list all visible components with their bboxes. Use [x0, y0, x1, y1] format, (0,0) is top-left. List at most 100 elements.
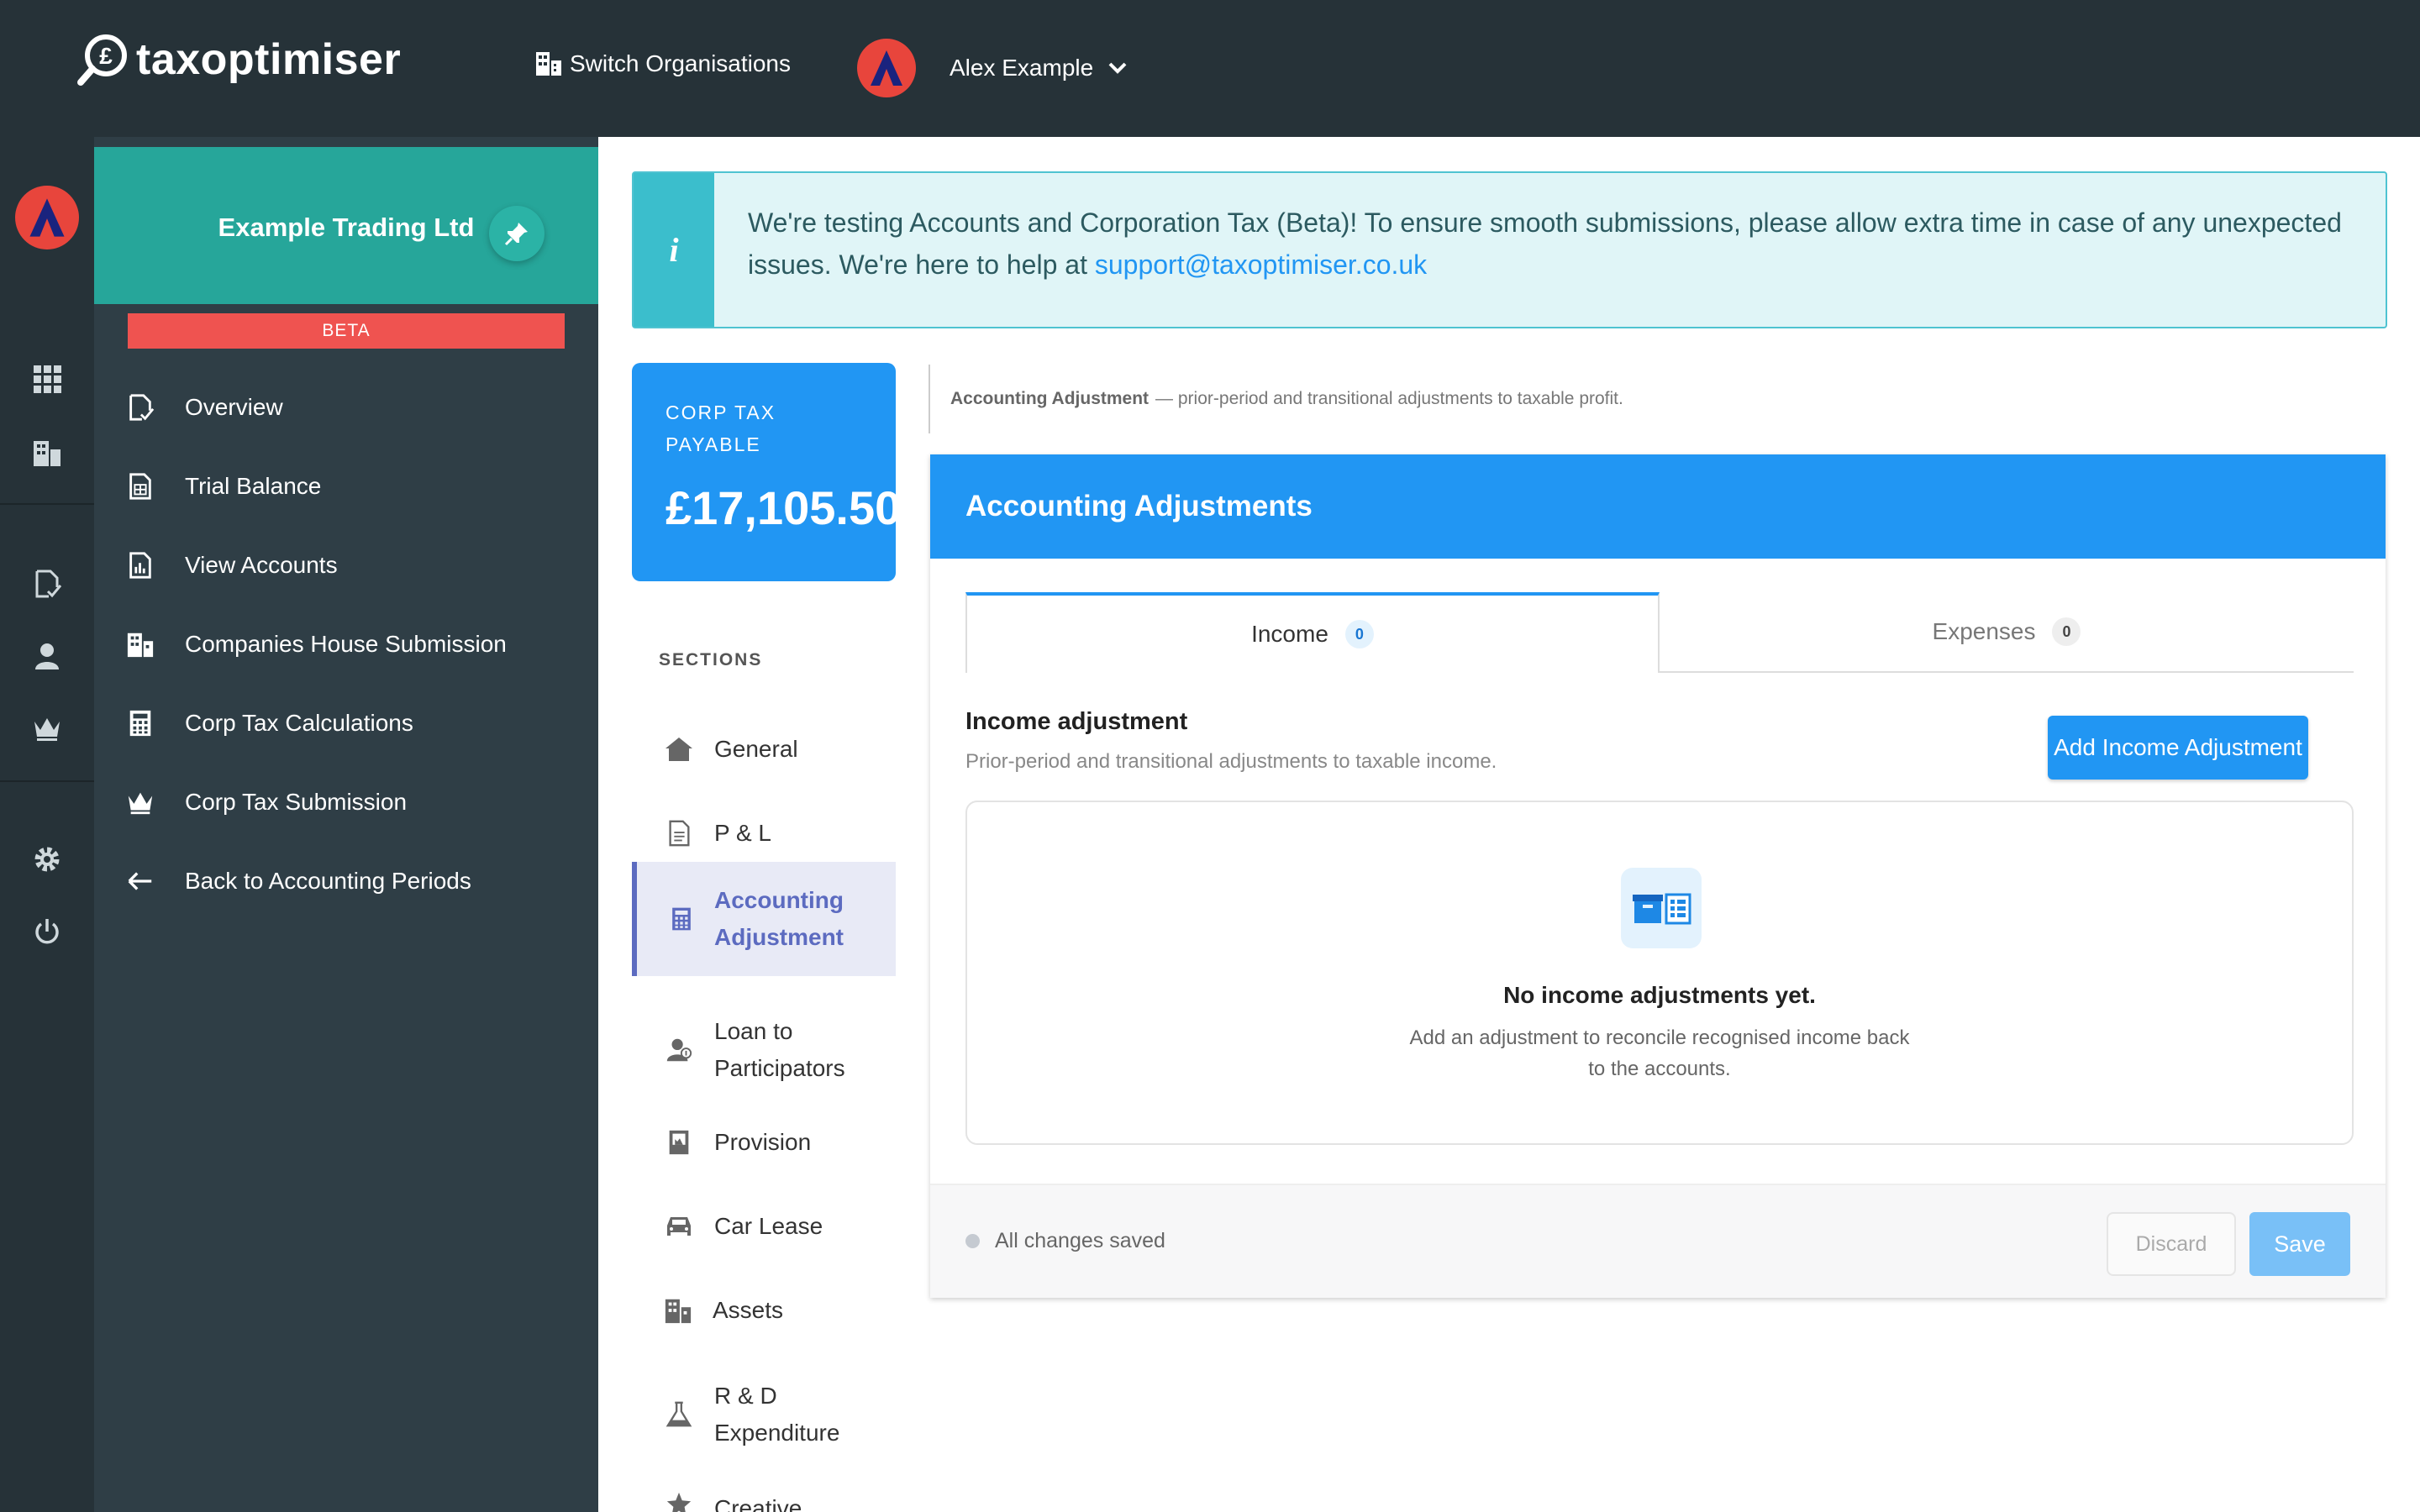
home-icon: [666, 738, 692, 761]
rail-divider: [0, 780, 94, 782]
user-name: Alex Example: [950, 55, 1094, 81]
building-icon: [536, 52, 561, 76]
switch-organisations-label: Switch Organisations: [570, 50, 792, 76]
panel-footer: All changes saved Discard Save: [930, 1184, 2386, 1298]
building-icon[interactable]: [32, 438, 62, 468]
sections-nav: SECTIONS General P & L Accounting Adjust…: [632, 608, 896, 1512]
beta-badge: BETA: [128, 313, 565, 349]
empty-state-description: Add an adjustment to reconcile recognise…: [967, 1022, 2352, 1084]
sidebar-item-corp-tax-submission[interactable]: Corp Tax Submission: [94, 777, 598, 827]
section-item-label: Accounting Adjustment: [714, 887, 844, 950]
power-icon[interactable]: [32, 916, 62, 947]
tab-income[interactable]: Income 0: [965, 592, 1660, 673]
corp-tax-payable-card: CORP TAX PAYABLE £17,105.50: [632, 363, 896, 581]
magnifier-pound-icon: £: [77, 34, 127, 86]
calculator-icon: [672, 907, 691, 931]
tab-expenses-count: 0: [2052, 617, 2081, 646]
grid-icon[interactable]: [32, 364, 62, 394]
rail-divider: [0, 503, 94, 505]
user-icon[interactable]: [32, 641, 62, 671]
calculator-icon: [129, 710, 151, 737]
doc-check-icon: [129, 394, 155, 421]
panel-title: Accounting Adjustments: [930, 454, 2386, 559]
sidebar-item-companies-house-submission[interactable]: Companies House Submission: [94, 619, 598, 669]
sidebar-item-label: Trial Balance: [185, 473, 322, 499]
section-item-label: General: [714, 736, 798, 762]
section-item-label: R & D Expenditure: [714, 1383, 840, 1446]
section-description-text: — prior-period and transitional adjustme…: [1155, 389, 1623, 408]
sidebar-item-label: Back to Accounting Periods: [185, 868, 471, 894]
discard-button[interactable]: Discard: [2107, 1212, 2236, 1276]
document-icon: [669, 820, 690, 847]
section-description-title: Accounting Adjustment: [950, 389, 1150, 408]
section-description: Accounting Adjustment — prior-period and…: [929, 365, 2387, 433]
section-item-general[interactable]: General: [632, 707, 896, 791]
section-item-label: Loan to Participators: [714, 1018, 845, 1081]
flask-icon: [666, 1401, 692, 1427]
section-item-creative[interactable]: Creative: [632, 1490, 896, 1512]
svg-text:£: £: [99, 43, 113, 69]
tab-income-count: 0: [1344, 620, 1374, 648]
book-icon: [669, 1130, 689, 1155]
section-item-accounting-adjustment[interactable]: Accounting Adjustment: [632, 862, 896, 976]
sidebar-item-label: Overview: [185, 394, 283, 420]
sidebar-item-view-accounts[interactable]: View Accounts: [94, 540, 598, 591]
banner-message: We're testing Accounts and Corporation T…: [748, 207, 2342, 280]
sidebar: Example Trading Ltd BETA Overview Trial …: [94, 137, 598, 1512]
logo-text: taxoptimiser: [136, 35, 402, 84]
sidebar-item-label: Companies House Submission: [185, 631, 507, 657]
logo[interactable]: £ taxoptimiser: [76, 32, 401, 87]
save-status: All changes saved: [965, 1229, 1165, 1253]
avatar-a-icon: [29, 198, 65, 237]
empty-state: No income adjustments yet. Add an adjust…: [965, 801, 2354, 1145]
save-button[interactable]: Save: [2249, 1212, 2350, 1276]
section-item-r-and-d-expenditure[interactable]: R & D Expenditure: [632, 1364, 896, 1465]
spreadsheet-icon: [129, 473, 151, 500]
save-status-text: All changes saved: [995, 1229, 1165, 1252]
switch-organisations-link[interactable]: Switch Organisations: [534, 50, 791, 77]
archive-icon: [1633, 893, 1691, 925]
beta-info-banner: i We're testing Accounts and Corporation…: [632, 171, 2387, 328]
corp-tax-payable-value: £17,105.50: [666, 481, 896, 534]
income-adjustment-subtitle: Prior-period and transitional adjustment…: [965, 750, 1497, 773]
sidebar-item-corp-tax-calculations[interactable]: Corp Tax Calculations: [94, 698, 598, 748]
sidebar-item-label: Corp Tax Calculations: [185, 710, 413, 736]
sidebar-item-back-to-accounting-periods[interactable]: Back to Accounting Periods: [94, 856, 598, 906]
gear-icon[interactable]: [32, 844, 62, 874]
pin-button[interactable]: [489, 206, 544, 261]
section-item-assets[interactable]: Assets: [632, 1268, 896, 1352]
user-menu[interactable]: Alex Example: [857, 39, 1127, 97]
section-item-label: Car Lease: [714, 1213, 823, 1239]
sidebar-item-overview[interactable]: Overview: [94, 382, 598, 433]
sidebar-item-label: View Accounts: [185, 552, 338, 578]
user-group-icon: [666, 1038, 692, 1062]
empty-state-description-line: to the accounts.: [1588, 1058, 1731, 1080]
accounting-adjustments-panel: Accounting Adjustments Income 0 Expenses…: [930, 454, 2386, 1298]
add-income-adjustment-button[interactable]: Add Income Adjustment: [2048, 716, 2308, 780]
star-icon: [666, 1492, 692, 1512]
sidebar-item-label: Corp Tax Submission: [185, 789, 408, 815]
banner-text: We're testing Accounts and Corporation T…: [748, 202, 2361, 286]
empty-state-description-line: Add an adjustment to reconcile recognise…: [1409, 1026, 1910, 1049]
rail-avatar[interactable]: [15, 186, 79, 249]
support-email-link[interactable]: support@taxoptimiser.co.uk: [1095, 249, 1427, 280]
car-icon: [667, 1217, 691, 1236]
crown-icon[interactable]: [32, 713, 62, 743]
empty-state-title: No income adjustments yet.: [1503, 982, 1816, 1008]
building-icon: [665, 1299, 692, 1324]
sidebar-item-trial-balance[interactable]: Trial Balance: [94, 461, 598, 512]
section-item-provision[interactable]: Provision: [632, 1100, 896, 1184]
archive-icon: [1621, 868, 1702, 948]
tab-expenses-label: Expenses: [1932, 618, 2036, 644]
section-item-label: P & L: [714, 820, 771, 846]
doc-check-icon[interactable]: [32, 569, 62, 599]
crown-icon: [128, 792, 153, 815]
icon-rail: [0, 137, 94, 1512]
section-item-label: Provision: [714, 1129, 812, 1155]
section-item-label: Creative: [714, 1495, 802, 1512]
income-adjustment-title: Income adjustment: [965, 708, 1188, 735]
section-item-car-lease[interactable]: Car Lease: [632, 1184, 896, 1268]
tab-expenses[interactable]: Expenses 0: [1660, 592, 2354, 673]
corp-tax-payable-label: CORP TAX PAYABLE: [666, 402, 776, 455]
section-item-loan-to-participators[interactable]: Loan to Participators: [632, 1000, 896, 1100]
